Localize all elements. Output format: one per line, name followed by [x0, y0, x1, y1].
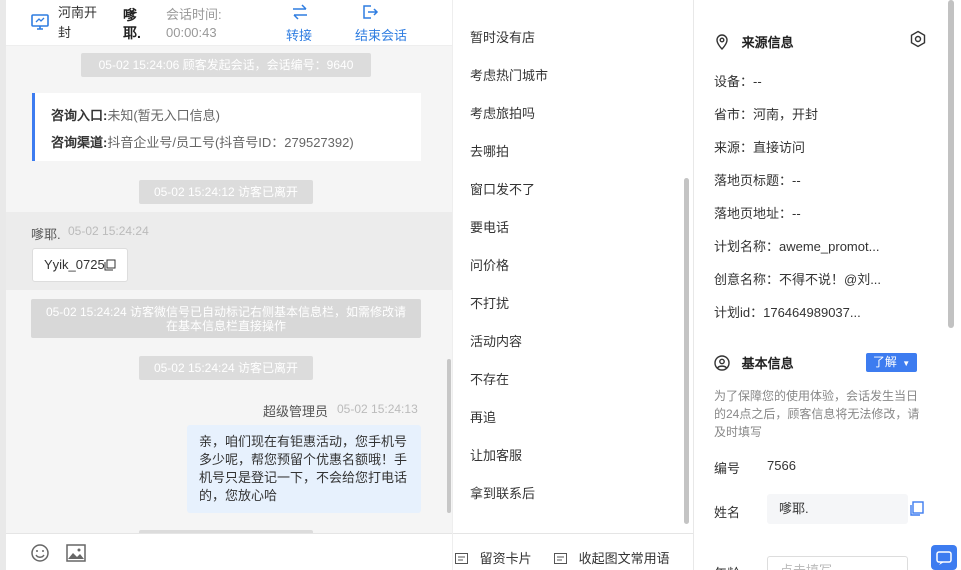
channel-value: 抖音企业号/员工号(抖音号ID：279527392)	[107, 135, 354, 150]
quick-reply-item[interactable]: 考虑热门城市	[470, 65, 548, 84]
agent-message-bubble: 亲，咱们现在有钜惠活动，您手机号多少呢，帮您预留个优惠名额哦！手机号只是登记一下…	[187, 425, 421, 513]
channel-label: 咨询渠道:	[51, 135, 108, 150]
lead-card-label: 留资卡片	[479, 551, 532, 566]
device-row: 设备：--	[714, 74, 762, 89]
monitor-icon	[31, 14, 49, 30]
wechat-id-chip[interactable]: Yyik_0725	[32, 248, 128, 282]
visitor-name: 嗲耶.	[123, 7, 141, 41]
source-row: 来源：直接访问	[714, 140, 806, 155]
source-info-title-text: 来源信息	[741, 35, 794, 50]
collapse-phrases-button[interactable]: 收起图文常用语	[554, 548, 670, 567]
quick-reply-item[interactable]: 拿到联系后	[470, 483, 535, 502]
session-time-value: 00:00:43	[166, 25, 217, 40]
entry-value: 未知(暂无入口信息)	[107, 108, 221, 123]
source-info-title: 来源信息	[714, 32, 794, 51]
quick-reply-item[interactable]: 考虑旅拍吗	[470, 103, 535, 122]
know-more-button[interactable]: 了解 ▼	[866, 353, 917, 372]
visitor-message-time: 05-02 15:24:24	[68, 224, 149, 238]
system-message: 05-02 15:24:06 顾客发起会话，会话编号：9640	[81, 53, 371, 77]
creative-name-row: 创意名称：不得不说！@刘...	[714, 272, 882, 287]
chat-scrollbar[interactable]	[447, 359, 451, 513]
quick-reply-footer: 留资卡片 收起图文常用语	[453, 533, 693, 570]
quick-reply-item[interactable]: 问价格	[470, 255, 509, 274]
exit-icon	[363, 5, 379, 19]
quick-reply-scrollbar[interactable]	[684, 178, 689, 524]
name-field[interactable]: 嗲耶.	[767, 494, 908, 524]
chat-message-list[interactable]: 05-02 15:24:06 顾客发起会话，会话编号：9640 咨询入口:未知(…	[6, 47, 452, 533]
entry-label: 咨询入口:	[51, 108, 108, 123]
end-session-label: 结束会话	[355, 28, 408, 43]
settings-icon[interactable]	[909, 30, 927, 48]
visitor-region: 河南开封	[58, 5, 98, 40]
chat-bubble-icon[interactable]	[931, 545, 957, 570]
chat-header: 河南开封 嗲耶. 会话时间: 00:00:43 转接 结束会话	[6, 0, 452, 46]
quick-reply-item[interactable]: 去哪拍	[470, 141, 509, 160]
transfer-button[interactable]: 转接	[286, 0, 326, 46]
age-label: 年龄	[714, 563, 740, 570]
smile-icon[interactable]	[30, 543, 50, 563]
landing-url-row: 落地页地址：--	[714, 206, 801, 221]
know-more-label: 了解	[872, 355, 897, 369]
quick-reply-item[interactable]: 再追	[470, 407, 496, 426]
province-city-row: 省市：河南，开封	[714, 107, 819, 122]
lead-card-button[interactable]: 留资卡片	[455, 548, 532, 567]
user-circle-icon	[714, 355, 730, 371]
system-message: 05-02 15:24:12 访客已离开	[139, 180, 313, 204]
system-message: 05-02 15:24:24 访客微信号已自动标记右侧基本信息栏，如需修改请在基…	[31, 299, 421, 338]
card-icon	[554, 553, 567, 564]
quick-reply-item[interactable]: 不打扰	[470, 293, 509, 312]
system-message: 05-02 15:24:24 访客已离开	[139, 356, 313, 380]
plan-name-row: 计划名称：aweme_promot...	[714, 239, 880, 254]
swap-arrows-icon	[293, 4, 307, 20]
info-scrollbar[interactable]	[948, 0, 954, 328]
wechat-id: Yyik_0725	[44, 257, 105, 272]
chat-toolbar	[6, 533, 452, 570]
visitor-info-panel: 来源信息 设备：-- 省市：河南，开封 来源：直接访问 落地页标题：-- 落地页…	[693, 0, 961, 570]
quick-reply-item[interactable]: 窗口发不了	[470, 179, 535, 198]
quick-reply-item[interactable]: 暂时没有店	[470, 27, 535, 46]
location-pin-icon	[716, 34, 728, 50]
caret-down-icon: ▼	[902, 359, 911, 368]
consult-source-card: 咨询入口:未知(暂无入口信息) 咨询渠道:抖音企业号/员工号(抖音号ID：279…	[32, 93, 421, 161]
id-value: 7566	[767, 458, 796, 473]
basic-info-title-text: 基本信息	[741, 356, 794, 371]
basic-info-title: 基本信息	[714, 353, 794, 372]
id-label: 编号	[714, 461, 741, 476]
agent-message-name: 超级管理员	[263, 404, 329, 419]
visitor-message: 嗲耶. 05-02 15:24:24 Yyik_0725	[6, 212, 452, 290]
age-field[interactable]: 点击填写	[767, 556, 908, 570]
quick-reply-item[interactable]: 要电话	[470, 217, 509, 236]
end-session-button[interactable]: 结束会话	[355, 0, 425, 46]
quick-reply-item[interactable]: 不存在	[470, 369, 509, 388]
card-icon	[455, 553, 468, 564]
quick-reply-panel: 暂时没有店考虑热门城市 考虑旅拍吗去哪拍窗口发不了要电话问价格不打扰活动内容不存在…	[452, 0, 693, 570]
collapse-phrases-label: 收起图文常用语	[578, 551, 670, 566]
edit-notice: 为了保障您的使用体验，会话发生当日的24点之后，顾客信息将无法修改，请及时填写	[714, 389, 920, 439]
landing-title-row: 落地页标题：--	[714, 173, 801, 188]
image-icon[interactable]	[66, 543, 86, 563]
copy-icon[interactable]	[104, 259, 116, 271]
plan-id-row: 计划id：176464989037...	[714, 305, 861, 320]
chat-pane: 河南开封 嗲耶. 会话时间: 00:00:43 转接 结束会话 05-02 15…	[0, 0, 452, 570]
quick-reply-item[interactable]: 让加客服	[470, 445, 522, 464]
quick-reply-item[interactable]: 活动内容	[470, 331, 522, 350]
visitor-message-name: 嗲耶.	[31, 227, 61, 242]
copy-icon[interactable]	[910, 501, 924, 516]
name-label: 姓名	[714, 505, 741, 520]
session-time-label: 会话时间:	[166, 7, 222, 22]
transfer-label: 转接	[286, 28, 313, 43]
agent-message-time: 05-02 15:24:13	[337, 402, 418, 416]
